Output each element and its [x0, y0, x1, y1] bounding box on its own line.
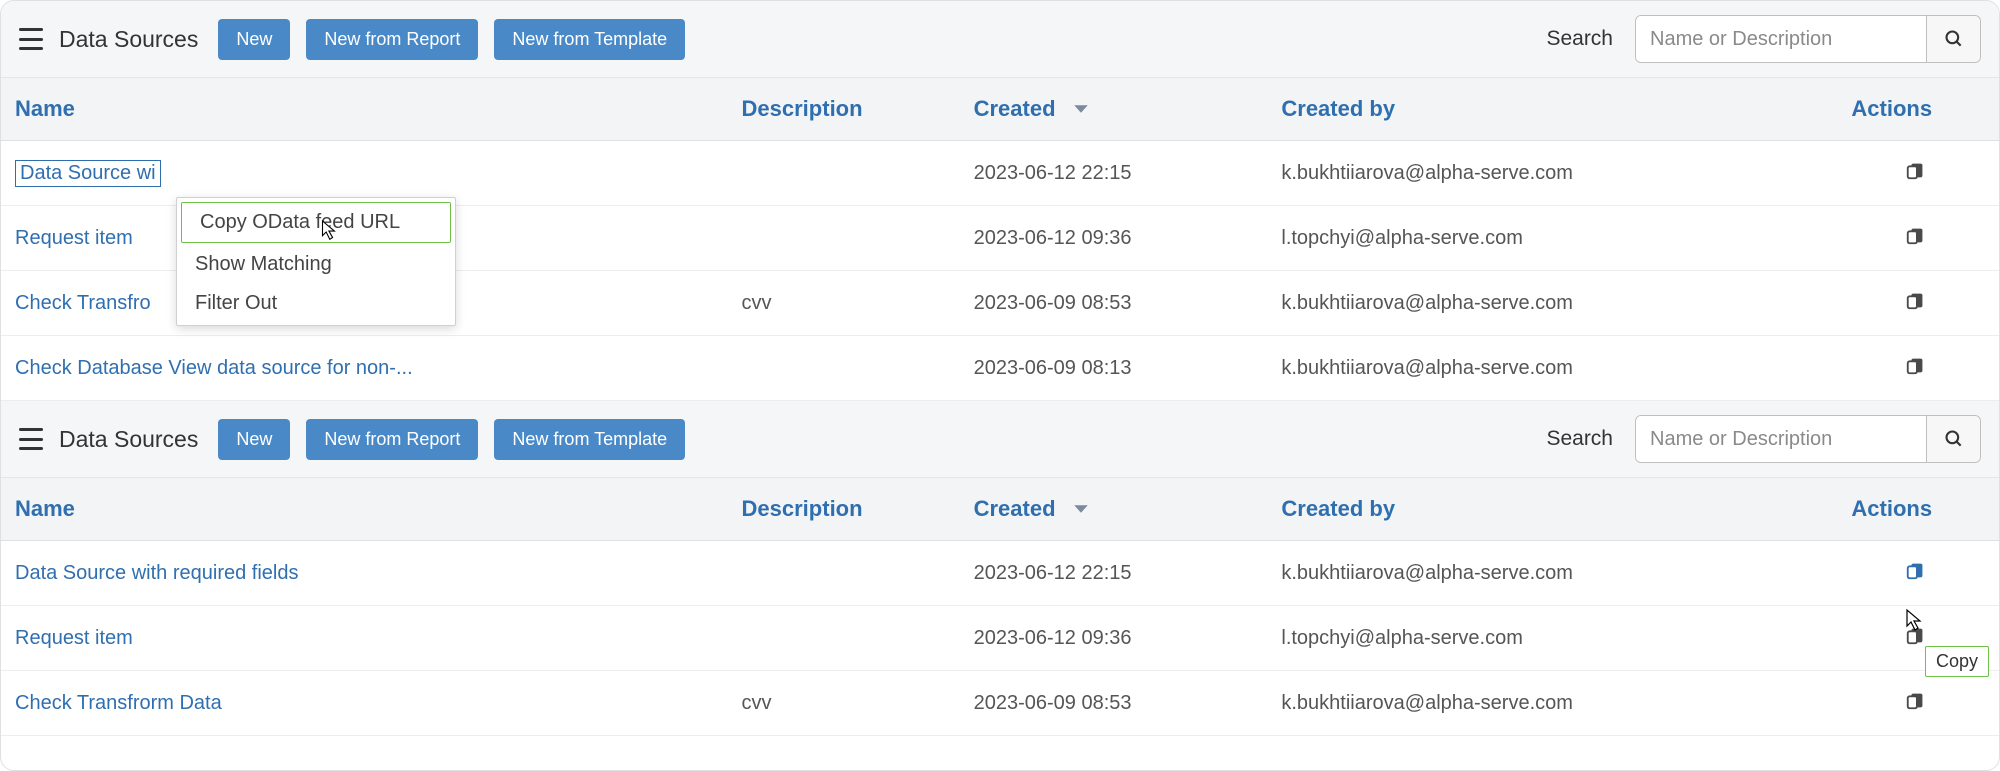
new-from-report-button[interactable]: New from Report: [306, 419, 478, 460]
ctx-item-copy-odata[interactable]: Copy OData feed URL: [181, 202, 451, 243]
col-header-description[interactable]: Description: [728, 78, 960, 141]
search-group: [1635, 15, 1981, 63]
new-button[interactable]: New: [218, 419, 290, 460]
new-from-template-button[interactable]: New from Template: [494, 19, 685, 60]
cell-created: 2023-06-09 08:53: [960, 271, 1268, 336]
menu-icon[interactable]: [19, 28, 43, 50]
toolbar: Data Sources New New from Report New fro…: [1, 1, 1999, 78]
col-header-description[interactable]: Description: [728, 478, 960, 541]
page-title: Data Sources: [59, 426, 198, 453]
new-button[interactable]: New: [218, 19, 290, 60]
cell-created-by: k.bukhtiiarova@alpha-serve.com: [1267, 671, 1827, 736]
copy-action-icon[interactable]: [1905, 229, 1927, 251]
cell-created: 2023-06-09 08:53: [960, 671, 1268, 736]
sort-desc-icon: [1072, 96, 1090, 121]
search-group: [1635, 415, 1981, 463]
copy-action-icon[interactable]: [1905, 164, 1927, 186]
cell-created: 2023-06-12 22:15: [960, 541, 1268, 606]
cell-created: 2023-06-12 22:15: [960, 141, 1268, 206]
datasource-name-link[interactable]: Check Transfro: [15, 292, 151, 314]
search-label: Search: [1546, 27, 1613, 51]
cell-desc: cvv: [728, 271, 960, 336]
cell-desc: [728, 541, 960, 606]
cell-created-by: k.bukhtiiarova@alpha-serve.com: [1267, 541, 1827, 606]
tooltip-copy: Copy: [1925, 646, 1989, 677]
cell-created-by: l.topchyi@alpha-serve.com: [1267, 206, 1827, 271]
col-header-created-label: Created: [974, 96, 1056, 121]
context-menu: Copy OData feed URL Show Matching Filter…: [176, 197, 456, 326]
cell-created: 2023-06-09 08:13: [960, 336, 1268, 401]
search-input[interactable]: [1636, 416, 1926, 462]
col-header-actions: Actions: [1827, 78, 1999, 141]
ctx-item-filter-out[interactable]: Filter Out: [177, 284, 455, 323]
table-row: Check Database View data source for non-…: [1, 336, 1999, 401]
copy-action-icon[interactable]: [1905, 359, 1927, 381]
col-header-name[interactable]: Name: [1, 78, 728, 141]
table-row: Check Transfrorm Data cvv 2023-06-09 08:…: [1, 671, 1999, 736]
page-title: Data Sources: [59, 26, 198, 53]
cell-created: 2023-06-12 09:36: [960, 606, 1268, 671]
copy-action-icon[interactable]: [1905, 294, 1927, 316]
ctx-item-show-matching[interactable]: Show Matching: [177, 245, 455, 284]
cell-desc: [728, 206, 960, 271]
search-button[interactable]: [1926, 416, 1980, 462]
cell-desc: [728, 141, 960, 206]
cell-desc: [728, 606, 960, 671]
cell-created-by: l.topchyi@alpha-serve.com: [1267, 606, 1827, 671]
menu-icon[interactable]: [19, 428, 43, 450]
col-header-created[interactable]: Created: [960, 478, 1268, 541]
cell-desc: cvv: [728, 671, 960, 736]
datasources-panel-2: Data Sources New New from Report New fro…: [1, 401, 1999, 736]
datasources-table: Name Description Created Created by Acti…: [1, 478, 1999, 736]
sort-desc-icon: [1072, 496, 1090, 521]
copy-action-icon[interactable]: [1905, 564, 1927, 586]
search-icon: [1944, 29, 1964, 49]
search-label: Search: [1546, 427, 1613, 451]
new-from-template-button[interactable]: New from Template: [494, 419, 685, 460]
col-header-created-by[interactable]: Created by: [1267, 78, 1827, 141]
copy-action-icon[interactable]: [1905, 629, 1927, 651]
datasource-name-link[interactable]: Request item: [15, 627, 133, 649]
col-header-created-by[interactable]: Created by: [1267, 478, 1827, 541]
datasource-name-link[interactable]: Data Source wi: [15, 160, 161, 187]
col-header-created-label: Created: [974, 496, 1056, 521]
search-icon: [1944, 429, 1964, 449]
table-row: Data Source with required fields 2023-06…: [1, 541, 1999, 606]
cell-desc: [728, 336, 960, 401]
datasource-name-link[interactable]: Request item: [15, 227, 133, 249]
datasource-name-link[interactable]: Check Database View data source for non-…: [15, 357, 413, 379]
cell-created-by: k.bukhtiiarova@alpha-serve.com: [1267, 141, 1827, 206]
col-header-name[interactable]: Name: [1, 478, 728, 541]
search-button[interactable]: [1926, 16, 1980, 62]
datasource-name-link[interactable]: Check Transfrorm Data: [15, 692, 222, 714]
toolbar: Data Sources New New from Report New fro…: [1, 401, 1999, 478]
new-from-report-button[interactable]: New from Report: [306, 19, 478, 60]
search-input[interactable]: [1636, 16, 1926, 62]
table-row: Data Source wi 2023-06-12 22:15 k.bukhti…: [1, 141, 1999, 206]
cell-created: 2023-06-12 09:36: [960, 206, 1268, 271]
copy-action-icon[interactable]: [1905, 694, 1927, 716]
datasource-name-link[interactable]: Data Source with required fields: [15, 562, 298, 584]
col-header-actions: Actions: [1827, 478, 1999, 541]
col-header-created[interactable]: Created: [960, 78, 1268, 141]
cell-created-by: k.bukhtiiarova@alpha-serve.com: [1267, 271, 1827, 336]
table-row: Request item 2023-06-12 09:36 l.topchyi@…: [1, 606, 1999, 671]
cell-created-by: k.bukhtiiarova@alpha-serve.com: [1267, 336, 1827, 401]
